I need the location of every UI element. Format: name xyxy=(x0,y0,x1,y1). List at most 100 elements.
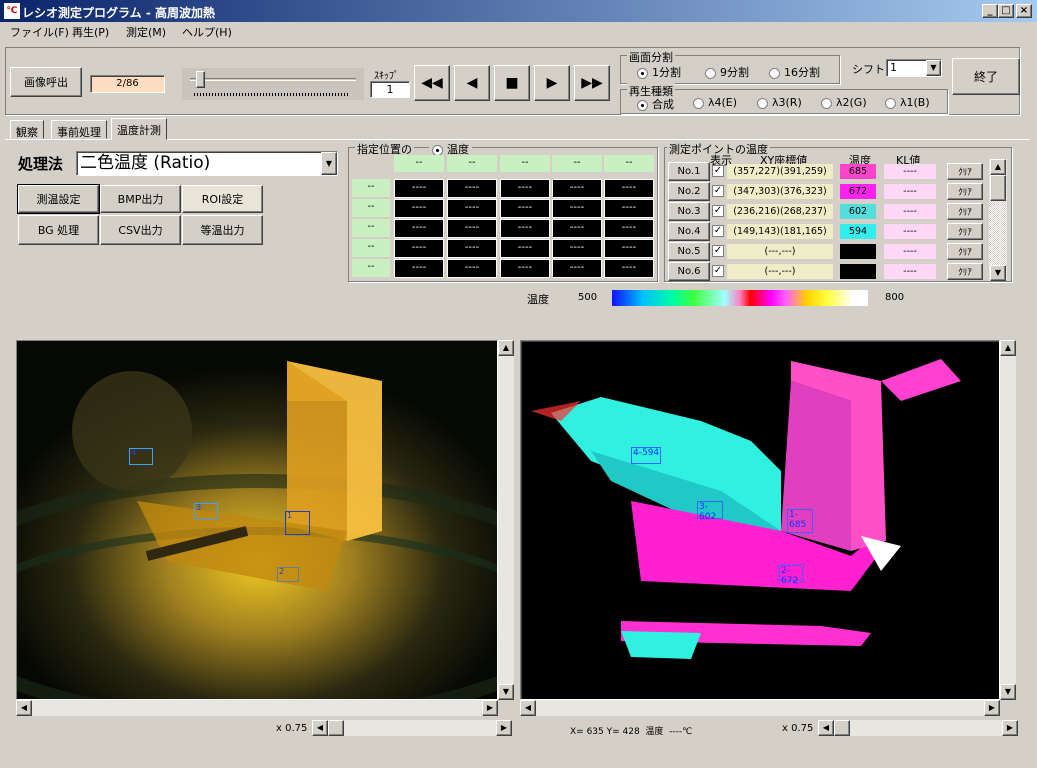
point-number-button[interactable]: No.5 xyxy=(668,242,710,261)
roi-box-3[interactable]: 3 xyxy=(194,503,218,519)
left-zoom-slider[interactable]: ◀ ▶ xyxy=(312,720,512,736)
scroll-down-icon[interactable]: ▼ xyxy=(990,265,1006,281)
position-cell[interactable]: ---- xyxy=(500,259,550,278)
point-show-checkbox[interactable]: ✓ xyxy=(712,265,724,277)
bg-process-button[interactable]: BG 処理 xyxy=(18,215,99,245)
point-clear-button[interactable]: ｸﾘｱ xyxy=(947,243,983,260)
position-cell[interactable]: ---- xyxy=(447,179,497,198)
position-cell[interactable]: ---- xyxy=(394,199,444,218)
menu-file[interactable]: ファイル(F) xyxy=(10,24,69,40)
roi-box-2[interactable]: 2 xyxy=(277,567,299,582)
play-button[interactable]: ▶ xyxy=(534,65,570,101)
point-clear-button[interactable]: ｸﾘｱ xyxy=(947,203,983,220)
skip-input[interactable]: 1 xyxy=(370,81,410,98)
position-cell[interactable]: ---- xyxy=(552,259,602,278)
position-cell[interactable]: ---- xyxy=(447,259,497,278)
scroll-up-icon[interactable]: ▲ xyxy=(990,159,1006,175)
point-number-button[interactable]: No.1 xyxy=(668,162,710,181)
type-option-l3[interactable]: λ3(R) xyxy=(757,96,802,109)
position-cell[interactable]: ---- xyxy=(394,259,444,278)
step-back-button[interactable]: ◀ xyxy=(454,65,490,101)
scroll-left-icon[interactable]: ◀ xyxy=(312,720,328,736)
position-cell[interactable]: ---- xyxy=(500,239,550,258)
split-option-1[interactable]: 1分割 xyxy=(637,64,681,80)
position-cell[interactable]: ---- xyxy=(604,219,654,238)
position-cell[interactable]: ---- xyxy=(552,219,602,238)
position-cell[interactable]: ---- xyxy=(552,199,602,218)
scroll-up-icon[interactable]: ▲ xyxy=(1000,340,1016,356)
temp-settings-button[interactable]: 測温設定 xyxy=(17,184,100,214)
roi-box-4[interactable]: 4 xyxy=(129,448,153,465)
roi-box-2-temp[interactable]: 2-672 xyxy=(779,565,803,586)
position-cell[interactable]: ---- xyxy=(394,219,444,238)
left-image-view[interactable]: 4 3 1 2 xyxy=(16,340,498,700)
roi-box-4-temp[interactable]: 4-594 xyxy=(631,447,661,464)
point-clear-button[interactable]: ｸﾘｱ xyxy=(947,183,983,200)
type-option-composite[interactable]: 合成 xyxy=(637,96,674,112)
split-option-9[interactable]: 9分割 xyxy=(705,64,749,80)
roi-settings-button[interactable]: ROI設定 xyxy=(182,185,263,213)
scroll-down-icon[interactable]: ▼ xyxy=(1000,684,1016,700)
point-number-button[interactable]: No.2 xyxy=(668,182,710,201)
fast-forward-button[interactable]: ▶▶ xyxy=(574,65,610,101)
roi-box-1-temp[interactable]: 1-685 xyxy=(787,509,813,533)
position-cell[interactable]: ---- xyxy=(604,239,654,258)
scroll-right-icon[interactable]: ▶ xyxy=(984,700,1000,716)
rewind-button[interactable]: ◀◀ xyxy=(414,65,450,101)
left-v-scrollbar[interactable]: ▲ ▼ xyxy=(498,340,514,700)
point-show-checkbox[interactable]: ✓ xyxy=(712,185,724,197)
point-clear-button[interactable]: ｸﾘｱ xyxy=(947,223,983,240)
left-h-scrollbar[interactable]: ◀ ▶ xyxy=(16,700,498,716)
zoom-thumb[interactable] xyxy=(834,720,850,736)
slider-thumb[interactable] xyxy=(196,71,206,88)
method-select[interactable]: 二色温度 (Ratio) ▼ xyxy=(76,151,338,176)
menu-measure[interactable]: 測定(M) xyxy=(126,24,166,40)
position-cell[interactable]: ---- xyxy=(500,219,550,238)
right-h-scrollbar[interactable]: ◀ ▶ xyxy=(520,700,1000,716)
roi-box-1[interactable]: 1 xyxy=(285,511,310,535)
load-image-button[interactable]: 画像呼出 xyxy=(10,67,82,97)
roi-box-3-temp[interactable]: 3-602 xyxy=(697,501,723,522)
menu-play[interactable]: 再生(P) xyxy=(72,24,109,40)
point-show-checkbox[interactable]: ✓ xyxy=(712,205,724,217)
position-cell[interactable]: ---- xyxy=(447,239,497,258)
scroll-left-icon[interactable]: ◀ xyxy=(818,720,834,736)
position-cell[interactable]: ---- xyxy=(604,199,654,218)
scroll-right-icon[interactable]: ▶ xyxy=(482,700,498,716)
position-cell[interactable]: ---- xyxy=(394,179,444,198)
split-option-16[interactable]: 16分割 xyxy=(769,64,820,80)
point-show-checkbox[interactable]: ✓ xyxy=(712,225,724,237)
right-v-scrollbar[interactable]: ▲ ▼ xyxy=(1000,340,1016,700)
position-cell[interactable]: ---- xyxy=(394,239,444,258)
position-cell[interactable]: ---- xyxy=(447,199,497,218)
type-option-l1[interactable]: λ1(B) xyxy=(885,96,930,109)
type-option-l4[interactable]: λ4(E) xyxy=(693,96,737,109)
point-number-button[interactable]: No.4 xyxy=(668,222,710,241)
position-cell[interactable]: ---- xyxy=(447,219,497,238)
position-cell[interactable]: ---- xyxy=(604,179,654,198)
scroll-right-icon[interactable]: ▶ xyxy=(1002,720,1018,736)
tab-temperature[interactable]: 温度計測 xyxy=(111,118,167,140)
type-option-l2[interactable]: λ2(G) xyxy=(821,96,867,109)
csv-export-button[interactable]: CSV出力 xyxy=(100,215,181,245)
chevron-down-icon[interactable]: ▼ xyxy=(321,152,337,175)
scroll-left-icon[interactable]: ◀ xyxy=(520,700,536,716)
position-cell[interactable]: ---- xyxy=(500,179,550,198)
playback-slider[interactable] xyxy=(182,68,364,100)
shift-select[interactable]: 1 ▼ xyxy=(886,59,942,77)
zoom-thumb[interactable] xyxy=(328,720,344,736)
scroll-right-icon[interactable]: ▶ xyxy=(496,720,512,736)
measure-points-scrollbar[interactable]: ▲ ▼ xyxy=(989,159,1007,281)
scroll-down-icon[interactable]: ▼ xyxy=(498,684,514,700)
right-image-view[interactable]: 4-594 3-602 1-685 2-672 xyxy=(520,340,1000,700)
minimize-button[interactable]: _ xyxy=(982,4,998,18)
maximize-button[interactable]: □ xyxy=(998,4,1014,18)
exit-button[interactable]: 終了 xyxy=(952,58,1020,95)
right-zoom-slider[interactable]: ◀ ▶ xyxy=(818,720,1018,736)
point-number-button[interactable]: No.3 xyxy=(668,202,710,221)
point-number-button[interactable]: No.6 xyxy=(668,262,710,281)
isotherm-export-button[interactable]: 等温出力 xyxy=(182,215,263,245)
menu-help[interactable]: ヘルプ(H) xyxy=(182,24,232,40)
position-cell[interactable]: ---- xyxy=(500,199,550,218)
scroll-up-icon[interactable]: ▲ xyxy=(498,340,514,356)
